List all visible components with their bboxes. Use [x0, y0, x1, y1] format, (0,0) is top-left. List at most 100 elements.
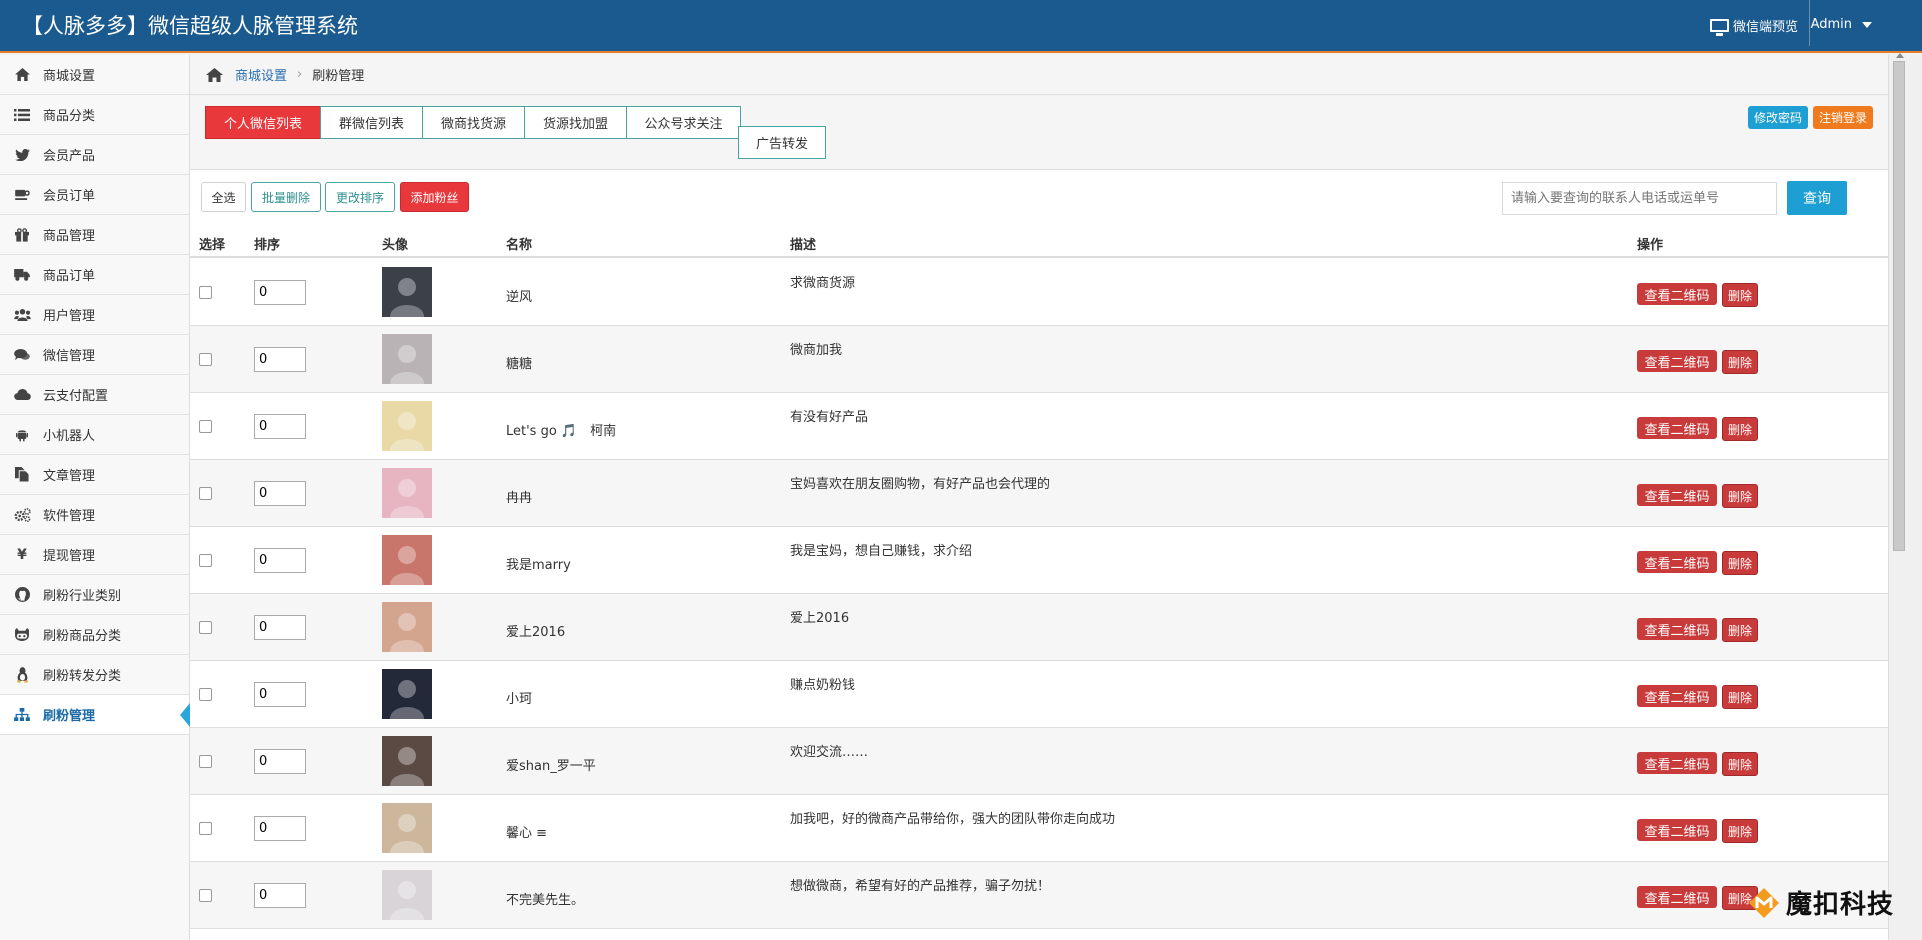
avatar	[382, 803, 432, 853]
delete-button[interactable]: 删除	[1722, 283, 1758, 307]
sidebar-item-8[interactable]: 云支付配置	[0, 375, 189, 415]
view-qrcode-button[interactable]: 查看二维码	[1637, 886, 1717, 908]
admin-user-menu[interactable]: Admin	[1811, 17, 1872, 32]
delete-button[interactable]: 删除	[1722, 618, 1758, 642]
sort-order-input[interactable]	[254, 682, 306, 707]
tab-personal-wechat[interactable]: 个人微信列表	[205, 106, 321, 139]
scroll-thumb[interactable]	[1893, 61, 1905, 551]
delete-button[interactable]: 删除	[1722, 752, 1758, 776]
sidebar-item-14[interactable]: 刷粉商品分类	[0, 615, 189, 655]
column-header-avatar: 头像	[382, 238, 409, 253]
sort-order-input[interactable]	[254, 615, 306, 640]
view-qrcode-button[interactable]: 查看二维码	[1637, 283, 1717, 305]
contact-description: 加我吧，好的微商产品带给你，强大的团队带你走向成功	[790, 812, 1116, 827]
linux-icon	[13, 666, 31, 683]
view-qrcode-button[interactable]: 查看二维码	[1637, 484, 1717, 506]
tab-official-account[interactable]: 公众号求关注	[626, 106, 741, 139]
change-sort-button[interactable]: 更改排序	[325, 182, 395, 212]
select-all-button[interactable]: 全选	[201, 182, 246, 212]
row-checkbox[interactable]	[199, 822, 212, 835]
contact-description: 欢迎交流……	[790, 745, 869, 760]
sidebar-item-label: 商品管理	[43, 229, 96, 244]
sidebar-item-7[interactable]: 微信管理	[0, 335, 189, 375]
delete-button[interactable]: 删除	[1722, 685, 1758, 709]
delete-button[interactable]: 删除	[1722, 417, 1758, 441]
delete-button[interactable]: 删除	[1722, 484, 1758, 508]
sort-order-input[interactable]	[254, 816, 306, 841]
view-qrcode-button[interactable]: 查看二维码	[1637, 417, 1717, 439]
change-password-button[interactable]: 修改密码	[1748, 106, 1808, 129]
view-qrcode-button[interactable]: 查看二维码	[1637, 685, 1717, 707]
sidebar-item-16[interactable]: 刷粉管理	[0, 695, 190, 735]
row-checkbox[interactable]	[199, 889, 212, 902]
tab-group-wechat[interactable]: 群微信列表	[320, 106, 423, 139]
search-input[interactable]	[1502, 182, 1777, 215]
sidebar-item-6[interactable]: 用户管理	[0, 295, 189, 335]
sidebar-item-13[interactable]: 刷粉行业类别	[0, 575, 189, 615]
contact-description: 爱上2016	[790, 611, 850, 626]
sidebar-item-9[interactable]: 小机器人	[0, 415, 189, 455]
sidebar-item-4[interactable]: 商品管理	[0, 215, 189, 255]
add-fan-button[interactable]: 添加粉丝	[400, 182, 469, 212]
tab-ad-forward[interactable]: 广告转发	[738, 126, 826, 159]
sidebar-item-5[interactable]: 商品订单	[0, 255, 189, 295]
delete-button[interactable]: 删除	[1722, 819, 1758, 843]
scroll-up-icon[interactable]	[1896, 53, 1904, 58]
sidebar-item-11[interactable]: 软件管理	[0, 495, 189, 535]
row-checkbox[interactable]	[199, 487, 212, 500]
delete-button[interactable]: 删除	[1722, 350, 1758, 374]
sidebar-item-1[interactable]: 商品分类	[0, 95, 189, 135]
sort-order-input[interactable]	[254, 749, 306, 774]
sidebar-item-3[interactable]: 会员订单	[0, 175, 189, 215]
view-qrcode-button[interactable]: 查看二维码	[1637, 752, 1717, 774]
contact-description: 我是宝妈，想自己赚钱，求介绍	[790, 544, 973, 559]
yen-icon: ¥	[17, 546, 27, 563]
sort-order-input[interactable]	[254, 548, 306, 573]
sidebar-item-10[interactable]: 文章管理	[0, 455, 189, 495]
sort-order-input[interactable]	[254, 883, 306, 908]
row-checkbox[interactable]	[199, 621, 212, 634]
wechat-preview-link[interactable]: 微信端预览	[1709, 16, 1798, 36]
batch-delete-button[interactable]: 批量删除	[251, 182, 321, 212]
sidebar-item-2[interactable]: 会员产品	[0, 135, 189, 175]
tab-find-supply[interactable]: 微商找货源	[422, 106, 525, 139]
sidebar-item-label: 刷粉商品分类	[43, 629, 122, 644]
row-checkbox[interactable]	[199, 420, 212, 433]
tabs-bar: 个人微信列表 群微信列表 微商找货源 货源找加盟 公众号求关注 广告转发 修改密…	[190, 96, 1888, 170]
column-header-actions: 操作	[1637, 238, 1664, 253]
row-checkbox[interactable]	[199, 554, 212, 567]
sidebar-item-label: 云支付配置	[43, 389, 109, 404]
sort-order-input[interactable]	[254, 414, 306, 439]
row-checkbox[interactable]	[199, 286, 212, 299]
row-checkbox[interactable]	[199, 688, 212, 701]
logout-button[interactable]: 注销登录	[1813, 106, 1873, 129]
delete-button[interactable]: 删除	[1722, 551, 1758, 575]
view-qrcode-button[interactable]: 查看二维码	[1637, 551, 1717, 573]
sidebar-item-0[interactable]: 商城设置	[0, 55, 189, 95]
search-button[interactable]: 查询	[1787, 181, 1847, 215]
tab-find-franchise[interactable]: 货源找加盟	[524, 106, 627, 139]
table-header: 选择 排序 头像 名称 描述 操作	[190, 226, 1888, 258]
sidebar-item-label: 微信管理	[43, 349, 96, 364]
breadcrumb-root-link[interactable]: 商城设置	[235, 65, 287, 84]
sort-order-input[interactable]	[254, 347, 306, 372]
sidebar-item-label: 商品分类	[43, 109, 96, 124]
sidebar-item-label: 小机器人	[43, 429, 96, 444]
files-icon	[13, 467, 31, 483]
sidebar-item-15[interactable]: 刷粉转发分类	[0, 655, 189, 695]
monitor-icon	[1709, 19, 1729, 36]
row-checkbox[interactable]	[199, 353, 212, 366]
sidebar-item-label: 会员产品	[43, 149, 96, 164]
contact-name: 小珂	[506, 692, 533, 707]
view-qrcode-button[interactable]: 查看二维码	[1637, 350, 1717, 372]
main-content: 个人微信列表 群微信列表 微商找货源 货源找加盟 公众号求关注 广告转发 修改密…	[190, 96, 1888, 940]
sidebar-item-12[interactable]: ¥ 提现管理	[0, 535, 189, 575]
page-scrollbar[interactable]	[1888, 53, 1922, 940]
table-row: 不完美先生。想做微商，希望有好的产品推荐，骗子勿扰！查看二维码删除	[190, 862, 1888, 929]
view-qrcode-button[interactable]: 查看二维码	[1637, 819, 1717, 841]
view-qrcode-button[interactable]: 查看二维码	[1637, 618, 1717, 640]
sort-order-input[interactable]	[254, 481, 306, 506]
row-checkbox[interactable]	[199, 755, 212, 768]
sort-order-input[interactable]	[254, 280, 306, 305]
wechat-preview-label: 微信端预览	[1732, 20, 1798, 35]
